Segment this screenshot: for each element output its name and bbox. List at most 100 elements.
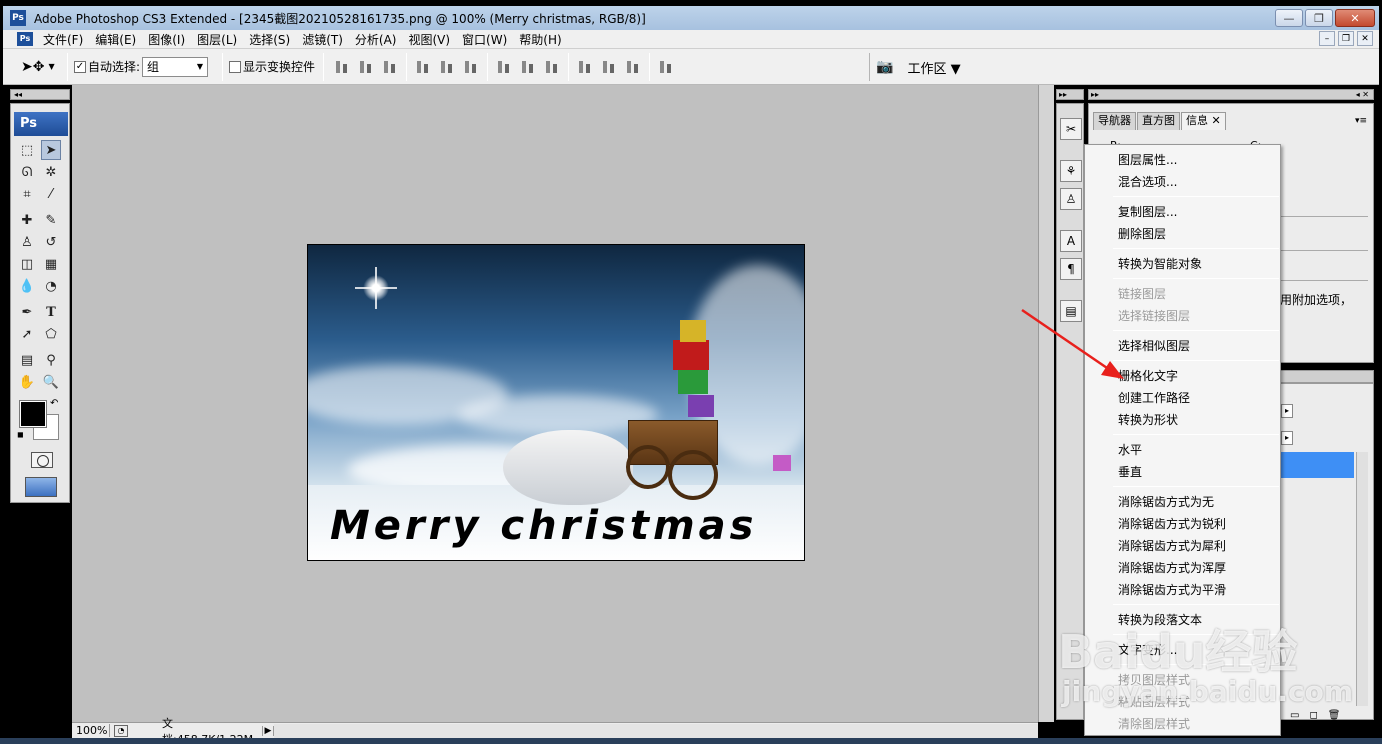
tab-info[interactable]: 信息 ✕ <box>1181 112 1226 130</box>
ctx-antialias-smooth[interactable]: 消除锯齿方式为平滑 <box>1118 581 1226 598</box>
new-group-icon[interactable]: ▭ <box>1290 710 1299 721</box>
menu-analysis[interactable]: 分析(A) <box>353 31 399 48</box>
healing-brush-tool-icon[interactable]: ✚ <box>17 210 37 230</box>
close-button[interactable]: ✕ <box>1335 9 1375 27</box>
quick-mask-icon[interactable] <box>31 452 53 468</box>
ctx-rasterize-type[interactable]: 栅格化文字 <box>1118 367 1178 384</box>
menu-help[interactable]: 帮助(H) <box>517 31 563 48</box>
menu-view[interactable]: 视图(V) <box>406 31 452 48</box>
layers-scrollbar[interactable] <box>1356 452 1368 706</box>
type-tool-icon[interactable]: T <box>41 302 61 322</box>
blur-tool-icon[interactable]: 💧 <box>17 276 37 296</box>
auto-align-layers-icon[interactable] <box>657 58 675 76</box>
document-image[interactable]: Merry christmas <box>307 244 805 561</box>
zoom-level[interactable]: 100% <box>72 724 110 737</box>
move-tool-icon[interactable]: ➤ <box>41 140 61 160</box>
brush-tool-icon[interactable]: ✎ <box>41 210 61 230</box>
character-icon[interactable]: A <box>1060 230 1082 252</box>
ctx-convert-smart-object[interactable]: 转换为智能对象 <box>1118 255 1202 272</box>
notes-tool-icon[interactable]: ▤ <box>17 350 37 370</box>
workspace-menu[interactable]: 工作区 ▼ <box>907 58 960 77</box>
panel-group-grip[interactable]: ▸▸ ◂ ✕ <box>1088 89 1374 100</box>
align-hcenter-icon[interactable] <box>438 58 456 76</box>
ctx-duplicate-layer[interactable]: 复制图层... <box>1118 203 1177 220</box>
tool-preset-picker[interactable]: ➤✥ ▼ <box>21 59 61 75</box>
zoom-tool-icon[interactable]: 🔍 <box>41 372 61 392</box>
menu-window[interactable]: 窗口(W) <box>460 31 509 48</box>
ctx-convert-to-shape[interactable]: 转换为形状 <box>1118 411 1178 428</box>
menu-image[interactable]: 图像(I) <box>146 31 187 48</box>
history-brush-tool-icon[interactable]: ↺ <box>41 232 61 252</box>
lasso-tool-icon[interactable]: ᘏ <box>17 162 37 182</box>
hand-tool-icon[interactable]: ✋ <box>17 372 37 392</box>
ctx-antialias-strong[interactable]: 消除锯齿方式为浑厚 <box>1118 559 1226 576</box>
toolbox-collapse-grip[interactable]: ◂◂ <box>10 89 70 100</box>
layer-comps-icon[interactable]: ▤ <box>1060 300 1082 322</box>
distribute-vcenter-icon[interactable] <box>519 58 537 76</box>
dodge-tool-icon[interactable]: ◔ <box>41 276 61 296</box>
tool-presets-icon[interactable]: ✂ <box>1060 118 1082 140</box>
doc-restore-button[interactable]: ❐ <box>1338 31 1354 46</box>
clone-source-icon[interactable]: ♙ <box>1060 188 1082 210</box>
selected-layer-row[interactable] <box>1280 452 1354 478</box>
path-selection-tool-icon[interactable]: ➚ <box>17 324 37 344</box>
panel-close-icon[interactable]: ◂ ✕ <box>1356 90 1369 99</box>
ctx-antialias-sharp[interactable]: 消除锯齿方式为锐利 <box>1118 515 1226 532</box>
ctx-delete-layer[interactable]: 删除图层 <box>1118 225 1166 242</box>
ctx-antialias-crisp[interactable]: 消除锯齿方式为犀利 <box>1118 537 1226 554</box>
ctx-select-similar-layers[interactable]: 选择相似图层 <box>1118 337 1190 354</box>
doc-minimize-button[interactable]: – <box>1319 31 1335 46</box>
vertical-scrollbar[interactable] <box>1038 85 1054 722</box>
magic-wand-tool-icon[interactable]: ✲ <box>41 162 61 182</box>
swap-colors-icon[interactable]: ↶ <box>50 398 58 409</box>
horizontal-scrollbar[interactable] <box>274 723 1038 738</box>
ctx-horizontal[interactable]: 水平 <box>1118 441 1142 458</box>
brushes-icon[interactable]: ⚘ <box>1060 160 1082 182</box>
new-layer-icon[interactable]: ◻ <box>1309 710 1317 721</box>
distribute-left-icon[interactable] <box>576 58 594 76</box>
chevron-right-icon[interactable]: ▸ <box>1281 404 1293 418</box>
show-transform-checkbox[interactable] <box>229 60 242 73</box>
dock-collapse-grip[interactable]: ▸▸ <box>1056 89 1084 100</box>
shape-tool-icon[interactable]: ⬠ <box>41 324 61 344</box>
ctx-layer-properties[interactable]: 图层属性... <box>1118 151 1177 168</box>
distribute-top-icon[interactable] <box>495 58 513 76</box>
menu-layer[interactable]: 图层(L) <box>195 31 239 48</box>
close-icon[interactable]: ✕ <box>1212 114 1221 127</box>
pen-tool-icon[interactable]: ✒ <box>17 302 37 322</box>
document-menu-icon[interactable]: Ps <box>17 32 33 46</box>
ctx-blending-options[interactable]: 混合选项... <box>1118 173 1177 190</box>
auto-select-checkbox[interactable]: ✓ <box>74 60 86 73</box>
ctx-antialias-none[interactable]: 消除锯齿方式为无 <box>1118 493 1214 510</box>
distribute-right-icon[interactable] <box>624 58 642 76</box>
crop-tool-icon[interactable]: ⌗ <box>17 184 37 204</box>
doc-close-button[interactable]: ✕ <box>1357 31 1373 46</box>
align-right-icon[interactable] <box>462 58 480 76</box>
status-info-icon[interactable]: ◔ <box>114 724 128 737</box>
slice-tool-icon[interactable]: ⁄ <box>41 184 61 204</box>
menu-file[interactable]: 文件(F) <box>41 31 85 48</box>
tab-histogram[interactable]: 直方图 <box>1137 112 1180 130</box>
default-colors-icon[interactable]: ◼ <box>17 430 24 439</box>
menu-edit[interactable]: 编辑(E) <box>93 31 138 48</box>
menu-filter[interactable]: 滤镜(T) <box>300 31 345 48</box>
foreground-color-swatch[interactable] <box>19 400 47 428</box>
ctx-create-work-path[interactable]: 创建工作路径 <box>1118 389 1190 406</box>
tab-navigator[interactable]: 导航器 <box>1093 112 1136 130</box>
bridge-icon[interactable]: 📷 <box>876 59 893 75</box>
align-vcenter-icon[interactable] <box>357 58 375 76</box>
clone-stamp-tool-icon[interactable]: ♙ <box>17 232 37 252</box>
paragraph-icon[interactable]: ¶ <box>1060 258 1082 280</box>
menu-select[interactable]: 选择(S) <box>247 31 292 48</box>
eraser-tool-icon[interactable]: ◫ <box>17 254 37 274</box>
gradient-tool-icon[interactable]: ▦ <box>41 254 61 274</box>
align-left-icon[interactable] <box>414 58 432 76</box>
chevron-right-icon[interactable]: ▸ <box>1281 431 1293 445</box>
trash-icon[interactable]: 🗑 <box>1328 710 1341 721</box>
restore-button[interactable]: ❐ <box>1305 9 1333 27</box>
ctx-vertical[interactable]: 垂直 <box>1118 463 1142 480</box>
panel-menu-icon[interactable]: ▾≡ <box>1355 116 1367 126</box>
auto-select-dropdown[interactable]: 组 ▼ <box>142 56 209 77</box>
align-bottom-icon[interactable] <box>381 58 399 76</box>
eyedropper-tool-icon[interactable]: ⚲ <box>41 350 61 370</box>
